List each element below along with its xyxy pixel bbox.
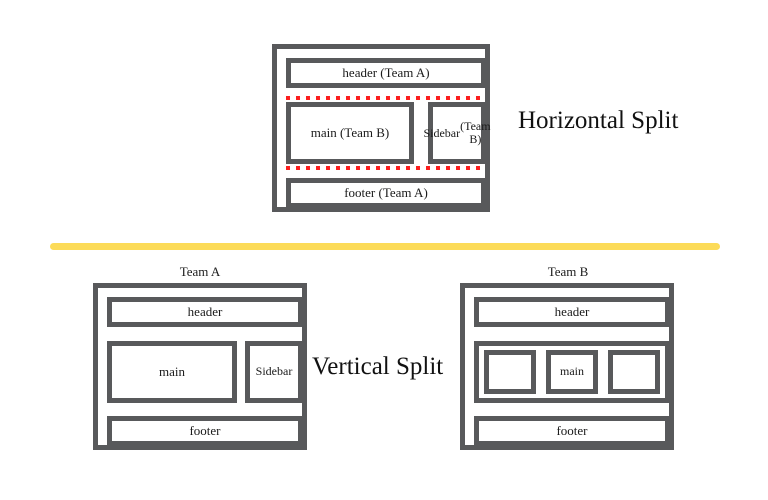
team-a-label: Team A bbox=[179, 264, 221, 279]
vertical-split-caption: Vertical Split bbox=[312, 353, 444, 380]
hsplit-dotted-rule-top bbox=[286, 96, 486, 100]
vertical-split-team-a-diagram: header main Sidebar footer bbox=[93, 283, 307, 450]
team-a-middle-row: main Sidebar bbox=[107, 340, 303, 403]
hsplit-sidebar-line2: (Team B) bbox=[460, 119, 491, 146]
hsplit-sidebar-line1: Sidebar bbox=[423, 125, 461, 140]
hsplit-header-box: header (Team A) bbox=[286, 58, 486, 88]
horizontal-split-layout: header (Team A) main (Team B) Sidebar (T… bbox=[286, 58, 491, 208]
hsplit-dotted-rule-bottom bbox=[286, 166, 486, 170]
hsplit-middle-row: main (Team B) Sidebar (Team B) bbox=[286, 102, 491, 164]
team-a-header-box: header bbox=[107, 297, 303, 327]
team-a-main-box: main bbox=[107, 340, 237, 403]
horizontal-split-diagram: header (Team A) main (Team B) Sidebar (T… bbox=[272, 44, 491, 212]
team-b-slot-right bbox=[608, 349, 660, 394]
horizontal-split-caption: Horizontal Split bbox=[518, 107, 679, 134]
team-a-sidebar-box: Sidebar bbox=[245, 340, 303, 403]
team-b-layout: header main footer bbox=[474, 297, 670, 446]
team-b-slot-left bbox=[484, 349, 536, 394]
section-divider bbox=[50, 243, 720, 250]
team-b-label: Team B bbox=[547, 264, 589, 279]
hsplit-main-box: main (Team B) bbox=[286, 102, 414, 164]
hsplit-sidebar-box: Sidebar (Team B) bbox=[423, 102, 491, 164]
vertical-split-team-b-diagram: header main footer bbox=[460, 283, 674, 450]
team-b-middle-row: main bbox=[474, 340, 670, 403]
hsplit-footer-box: footer (Team A) bbox=[286, 178, 486, 208]
team-a-layout: header main Sidebar footer bbox=[107, 297, 303, 446]
team-b-main-box: main bbox=[546, 349, 598, 394]
team-b-footer-box: footer bbox=[474, 416, 670, 446]
team-b-header-box: header bbox=[474, 297, 670, 327]
team-a-footer-box: footer bbox=[107, 416, 303, 446]
